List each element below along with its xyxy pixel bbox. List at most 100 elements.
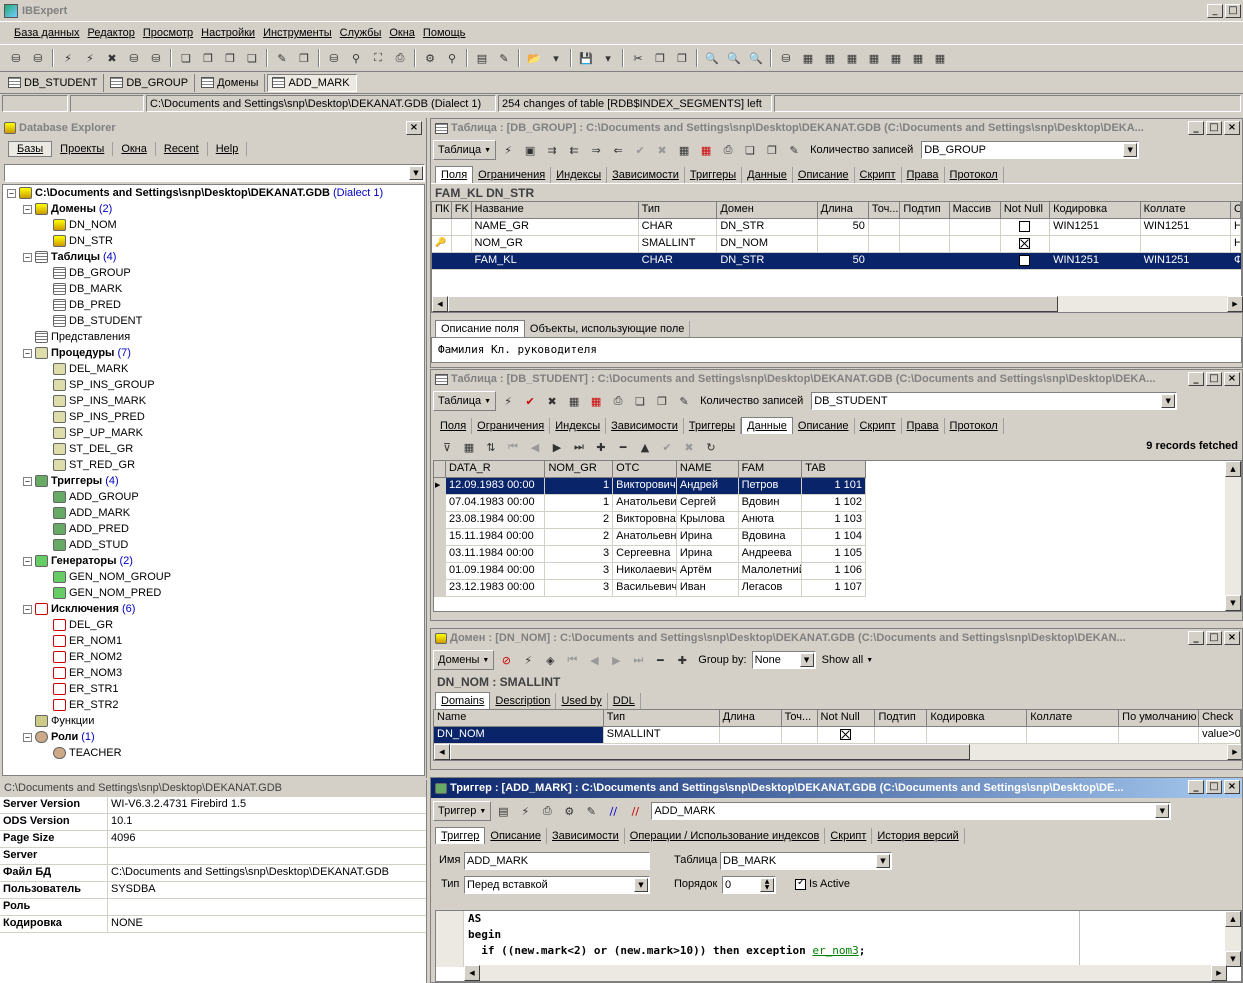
tree-node-group[interactable]: − Процедуры (7): [3, 345, 424, 361]
toolbar-tool-icon[interactable]: ⚲: [346, 48, 366, 68]
toolbar-tool-icon[interactable]: ✎: [272, 48, 292, 68]
tree-node-item[interactable]: DB_GROUP: [3, 265, 424, 281]
table-cell[interactable]: Вдовина: [739, 529, 803, 545]
table-cell[interactable]: 3: [545, 546, 614, 562]
column-header[interactable]: DATA_R: [446, 461, 546, 477]
table-cell[interactable]: Андреева: [739, 546, 803, 562]
explorer-tab[interactable]: Окна: [113, 142, 156, 156]
grid-icon[interactable]: ▦: [674, 140, 694, 160]
subtab[interactable]: Зависимости: [607, 167, 685, 183]
column-header[interactable]: OTC: [613, 461, 677, 477]
collapse-icon[interactable]: −: [23, 252, 32, 262]
column-header[interactable]: Подтип: [875, 710, 928, 726]
add-field-icon[interactable]: ⇉: [542, 140, 562, 160]
subtab[interactable]: Ограничения: [473, 167, 552, 183]
grid-red-icon[interactable]: ▦: [696, 140, 716, 160]
tree-node-item[interactable]: DEL_MARK: [3, 361, 424, 377]
table-row[interactable]: 15.11.1984 00:00 2 Анатольевн Ирина Вдовина 1…: [434, 529, 866, 546]
explorer-tab[interactable]: Recent: [156, 142, 208, 156]
toolbar-tool-icon[interactable]: ❐: [198, 48, 218, 68]
maximize-icon[interactable]: □: [1206, 372, 1222, 386]
subtab[interactable]: Данные: [741, 417, 793, 434]
spin-arrows-icon[interactable]: ▲ ▼: [760, 878, 774, 892]
delete-record-icon[interactable]: ━: [613, 437, 633, 457]
chevron-down-icon[interactable]: ▼: [409, 166, 423, 180]
field-description[interactable]: Фамилия Кл. руководителя: [431, 337, 1242, 363]
chevron-down-icon[interactable]: ▼: [1123, 143, 1138, 157]
grid-icon[interactable]: ▦: [564, 391, 584, 411]
table-cell[interactable]: Крылова: [677, 512, 739, 528]
column-header[interactable]: Коллате: [1027, 710, 1120, 726]
tree-node-item[interactable]: DEL_GR: [3, 617, 424, 633]
first-record-icon[interactable]: ⏮: [503, 437, 523, 457]
column-header[interactable]: FAM: [739, 461, 803, 477]
subtab[interactable]: Описание: [793, 418, 855, 434]
toolbar-tool-icon[interactable]: ✂: [628, 48, 648, 68]
collapse-icon[interactable]: −: [23, 556, 32, 566]
toolbar-tool-icon[interactable]: ⎙: [390, 48, 410, 68]
table-cell[interactable]: 1: [545, 478, 614, 494]
menu-item[interactable]: Службы: [336, 27, 386, 39]
table-cell[interactable]: Викторович: [613, 478, 677, 494]
chevron-down-icon[interactable]: ▼: [799, 653, 814, 667]
delete-record-icon[interactable]: ━: [650, 650, 670, 670]
toolbar-tool-icon[interactable]: ❏: [242, 48, 262, 68]
column-header[interactable]: Точ...: [869, 202, 901, 218]
column-header[interactable]: По умолчанию: [1119, 710, 1200, 726]
table-cell[interactable]: [720, 727, 782, 743]
table-row[interactable]: ▶ 12.09.1983 00:00 1 Викторович Андрей Петров…: [434, 478, 866, 495]
minimize-icon[interactable]: _: [1188, 372, 1204, 386]
chevron-down-icon[interactable]: ▼: [876, 854, 890, 868]
tree-node-item[interactable]: ADD_STUD: [3, 537, 424, 553]
maximize-icon[interactable]: □: [1206, 121, 1222, 135]
subtab[interactable]: Протокол: [945, 167, 1004, 183]
column-header[interactable]: ПК: [432, 202, 452, 218]
column-header[interactable]: Длина: [720, 710, 782, 726]
column-header[interactable]: NAME: [677, 461, 739, 477]
subtab[interactable]: Описание: [793, 167, 855, 183]
table-cell[interactable]: 1: [545, 495, 614, 511]
toolbar-tool-icon[interactable]: ❐: [672, 48, 692, 68]
toolbar-tool-icon[interactable]: ⛁: [124, 48, 144, 68]
table-cell[interactable]: Сергей: [677, 495, 739, 511]
stop-icon[interactable]: ⊘: [496, 650, 516, 670]
table-cell[interactable]: Васильевич: [613, 580, 677, 596]
toolbar-tool-icon[interactable]: ▾: [546, 48, 566, 68]
next-record-icon[interactable]: ▶: [547, 437, 567, 457]
lightning-icon[interactable]: ⚡: [518, 650, 538, 670]
menu-item[interactable]: Помощь: [419, 27, 470, 39]
subtab[interactable]: Данные: [742, 167, 793, 183]
tree-root-database[interactable]: − C:\Documents and Settings\snp\Desktop\D…: [3, 185, 424, 201]
table-row[interactable]: 03.11.1984 00:00 3 Сергеевна Ирина Андреева 1…: [434, 546, 866, 563]
move-field-back-icon[interactable]: ⇐: [608, 140, 628, 160]
tree-node-item[interactable]: ER_STR1: [3, 681, 424, 697]
tree-node-item[interactable]: SP_INS_MARK: [3, 393, 424, 409]
column-header[interactable]: Not Null: [1001, 202, 1051, 218]
collapse-icon[interactable]: −: [7, 188, 16, 198]
tool-icon[interactable]: ✎: [784, 140, 804, 160]
rollback-icon[interactable]: ✖: [652, 140, 672, 160]
trigger-table-combo[interactable]: DB_MARK ▼: [720, 852, 892, 870]
move-field-icon[interactable]: ⇒: [586, 140, 606, 160]
edit-record-icon[interactable]: ▲: [635, 437, 655, 457]
table-cell[interactable]: 12.09.1983 00:00: [445, 478, 546, 494]
tree-node-item[interactable]: ER_STR2: [3, 697, 424, 713]
table-row[interactable]: FAM_KLCHARDN_STR50WIN1251WIN1251Ф: [432, 253, 1241, 270]
table-cell[interactable]: [927, 727, 1028, 743]
table-cell[interactable]: 3: [545, 580, 614, 596]
toolbar-tool-icon[interactable]: ▦: [908, 48, 928, 68]
script-icon[interactable]: ❏: [630, 391, 650, 411]
menu-item[interactable]: Просмотр: [139, 27, 197, 39]
domain-icon[interactable]: ◈: [540, 650, 560, 670]
tree-node-item[interactable]: SP_INS_GROUP: [3, 377, 424, 393]
subtab[interactable]: Description: [490, 693, 557, 709]
collapse-icon[interactable]: −: [23, 204, 32, 214]
close-icon[interactable]: ×: [1224, 121, 1240, 135]
commit-icon[interactable]: ✔: [520, 391, 540, 411]
insert-record-icon[interactable]: ✚: [672, 650, 692, 670]
toolbar-tool-icon[interactable]: ⛁: [776, 48, 796, 68]
column-header[interactable]: Коллате: [1141, 202, 1232, 218]
checkbox-icon[interactable]: ✓: [795, 877, 806, 890]
table-cell[interactable]: value>0: [1199, 727, 1241, 743]
table-cell[interactable]: 1 107: [802, 580, 866, 596]
